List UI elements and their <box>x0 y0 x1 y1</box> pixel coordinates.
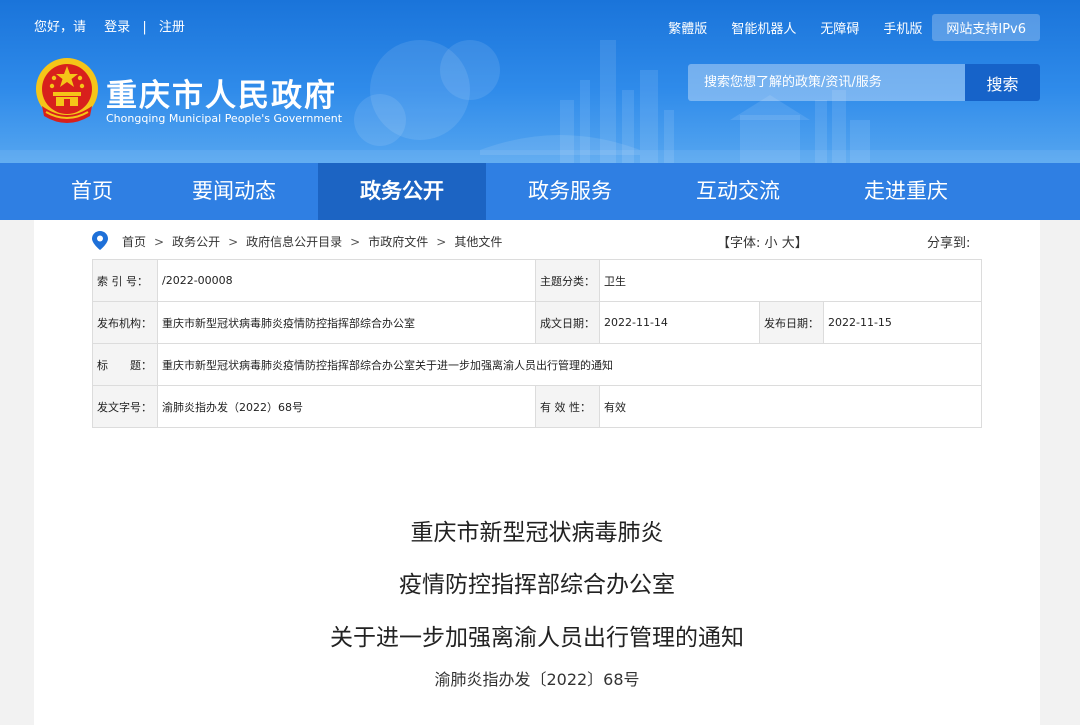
title-label: 标 题： <box>92 343 158 386</box>
table-row: 发布机构： 重庆市新型冠状病毒肺炎疫情防控指挥部综合办公室 成文日期： 2022… <box>92 301 982 344</box>
document-number-value: 渝肺炎指办发（2022）68号 <box>157 385 536 428</box>
accessibility-link[interactable]: 无障碍 <box>820 18 859 37</box>
category-value: 卫生 <box>599 259 982 302</box>
table-row: 发文字号： 渝肺炎指办发（2022）68号 有 效 性： 有效 <box>92 385 982 428</box>
site-subtitle: Chongqing Municipal People's Government <box>106 112 343 125</box>
document-number-label: 发文字号： <box>92 385 158 428</box>
font-size-suffix: 】 <box>794 236 808 251</box>
national-emblem-icon <box>36 58 98 123</box>
login-link[interactable]: 登录 <box>104 16 130 35</box>
breadcrumb-bar: 首页 > 政务公开 > 政府信息公开目录 > 市政府文件 > 其他文件 【字体: 小 大】 分享… <box>92 230 982 252</box>
breadcrumb-separator: > <box>228 235 239 249</box>
search-button[interactable]: 搜索 <box>965 64 1040 101</box>
share-label: 分享到: <box>927 236 971 251</box>
nav-item-home[interactable]: 首页 <box>34 163 150 220</box>
breadcrumb-item-info-catalog[interactable]: 政府信息公开目录 <box>246 233 342 250</box>
font-size-large-button[interactable]: 大 <box>782 236 795 251</box>
validity-value: 有效 <box>599 385 982 428</box>
greeting-text: 您好，请 <box>34 20 87 35</box>
document-metadata-table: 索 引 号： /2022-00008 主题分类： 卫生 发布机构： 重庆市新型冠… <box>92 259 982 428</box>
search-input[interactable] <box>688 64 965 101</box>
document-title-line-2: 疫情防控指挥部综合办公室 <box>399 572 675 598</box>
breadcrumb-item-municipal-documents[interactable]: 市政府文件 <box>368 233 428 250</box>
user-links: 您好，请 登录 | 注册 <box>34 16 185 35</box>
index-label: 索 引 号： <box>92 259 158 302</box>
font-size-small-button[interactable]: 小 <box>765 236 778 251</box>
register-link[interactable]: 注册 <box>159 16 185 35</box>
nav-item-interaction[interactable]: 互动交流 <box>654 163 822 220</box>
index-value: /2022-00008 <box>157 259 536 302</box>
nav-item-government-affairs[interactable]: 政务公开 <box>318 163 486 220</box>
category-label: 主题分类： <box>535 259 600 302</box>
document-title-line-3: 关于进一步加强离渝人员出行管理的通知 <box>330 625 744 651</box>
breadcrumb-item-government-affairs[interactable]: 政务公开 <box>172 233 220 250</box>
site-header: 您好，请 登录 | 注册 繁體版 智能机器人 无障碍 手机版 网站支持IPv6 <box>0 0 1080 163</box>
font-size-switcher: 【字体: 小 大】 <box>717 232 808 251</box>
document-title-line-1: 重庆市新型冠状病毒肺炎 <box>410 520 664 546</box>
traditional-chinese-link[interactable]: 繁體版 <box>668 18 707 37</box>
font-size-prefix: 【字体: <box>717 236 761 251</box>
table-row: 索 引 号： /2022-00008 主题分类： 卫生 <box>92 259 982 302</box>
issuer-label: 发布机构： <box>92 301 158 344</box>
published-date-value: 2022-11-15 <box>823 301 982 344</box>
document-number: 渝肺炎指办发〔2022〕68号 <box>434 670 640 689</box>
issuer-value: 重庆市新型冠状病毒肺炎疫情防控指挥部综合办公室 <box>157 301 536 344</box>
breadcrumb-item-home[interactable]: 首页 <box>122 233 146 250</box>
breadcrumb: 首页 > 政务公开 > 政府信息公开目录 > 市政府文件 > 其他文件 <box>122 233 502 250</box>
breadcrumb-item-other-documents[interactable]: 其他文件 <box>454 233 502 250</box>
site-title[interactable]: 重庆市人民政府 <box>106 70 337 115</box>
top-bar: 您好，请 登录 | 注册 繁體版 智能机器人 无障碍 手机版 网站支持IPv6 <box>0 0 1080 52</box>
link-separator: | <box>142 20 147 35</box>
ipv6-badge: 网站支持IPv6 <box>932 14 1040 41</box>
location-pin-icon <box>92 231 108 250</box>
main-nav: 首页 要闻动态 政务公开 政务服务 互动交流 走进重庆 <box>0 163 1080 220</box>
utility-links: 繁體版 智能机器人 无障碍 手机版 网站支持IPv6 <box>644 14 1040 41</box>
mobile-version-link[interactable]: 手机版 <box>883 18 922 37</box>
nav-item-news[interactable]: 要闻动态 <box>150 163 318 220</box>
breadcrumb-separator: > <box>350 235 361 249</box>
written-date-label: 成文日期： <box>535 301 600 344</box>
content-card: 首页 > 政务公开 > 政府信息公开目录 > 市政府文件 > 其他文件 【字体: 小 大】 分享… <box>34 220 1040 725</box>
breadcrumb-separator: > <box>436 235 447 249</box>
validity-label: 有 效 性： <box>535 385 600 428</box>
breadcrumb-separator: > <box>154 235 165 249</box>
nav-item-services[interactable]: 政务服务 <box>486 163 654 220</box>
page: 您好，请 登录 | 注册 繁體版 智能机器人 无障碍 手机版 网站支持IPv6 <box>0 0 1080 725</box>
nav-item-about-chongqing[interactable]: 走进重庆 <box>822 163 990 220</box>
written-date-value: 2022-11-14 <box>599 301 760 344</box>
table-row: 标 题： 重庆市新型冠状病毒肺炎疫情防控指挥部综合办公室关于进一步加强离渝人员出… <box>92 343 982 386</box>
search-box: 搜索 <box>688 64 1040 101</box>
title-value: 重庆市新型冠状病毒肺炎疫情防控指挥部综合办公室关于进一步加强离渝人员出行管理的通… <box>157 343 982 386</box>
smart-robot-link[interactable]: 智能机器人 <box>731 18 796 37</box>
published-date-label: 发布日期： <box>759 301 824 344</box>
